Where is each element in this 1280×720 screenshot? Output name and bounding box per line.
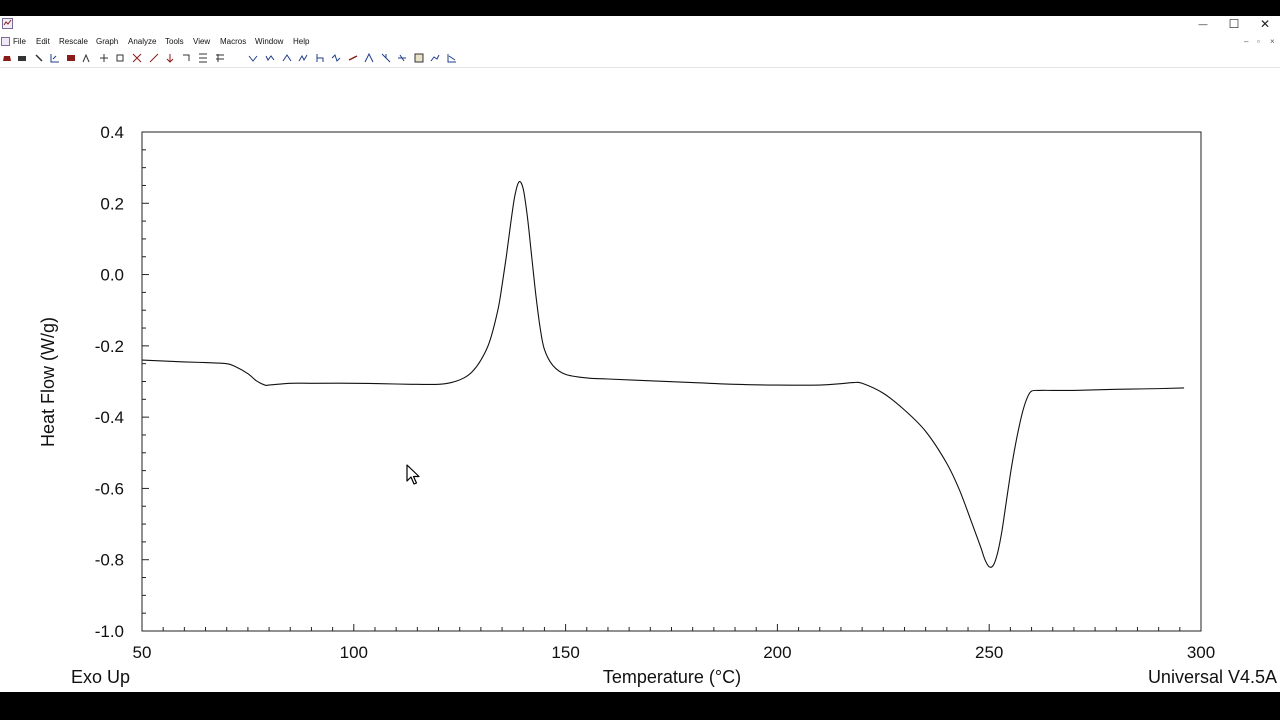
x-tick-label: 250 <box>975 643 1003 662</box>
mouse-pointer-icon <box>406 464 420 486</box>
y-tick-label: -0.8 <box>95 551 124 570</box>
y-tick-label: -1.0 <box>95 622 124 641</box>
y-tick-label: -0.2 <box>95 337 124 356</box>
y-axis: 0.4 0.2 0.0 -0.2 -0.4 -0.6 -0.8 -1.0 <box>95 123 149 641</box>
y-tick-label: -0.6 <box>95 479 124 498</box>
x-axis: 50 100 150 200 250 300 <box>133 624 1215 662</box>
x-tick-label: 50 <box>133 643 152 662</box>
software-version-label: Universal V4.5A <box>1148 667 1277 687</box>
x-tick-label: 300 <box>1187 643 1215 662</box>
app-window: — ☐ ✕ File Edit Rescale Graph Analyze To… <box>0 16 1280 692</box>
y-tick-label: 0.4 <box>100 123 124 142</box>
exo-up-label: Exo Up <box>71 667 130 687</box>
x-tick-label: 100 <box>340 643 368 662</box>
chart-area: 50 100 150 200 250 300 0.4 0.2 0.0 -0.2 -0.4 -0.6 -… <box>38 123 1277 687</box>
y-axis-title: Heat Flow (W/g) <box>38 317 58 447</box>
y-tick-label: -0.4 <box>95 408 124 427</box>
x-tick-label: 150 <box>551 643 579 662</box>
x-tick-label: 200 <box>763 643 791 662</box>
y-tick-label: 0.0 <box>100 266 124 285</box>
x-axis-title: Temperature (°C) <box>603 667 741 687</box>
heat-flow-series-line <box>141 181 1185 568</box>
y-tick-label: 0.2 <box>100 194 124 213</box>
